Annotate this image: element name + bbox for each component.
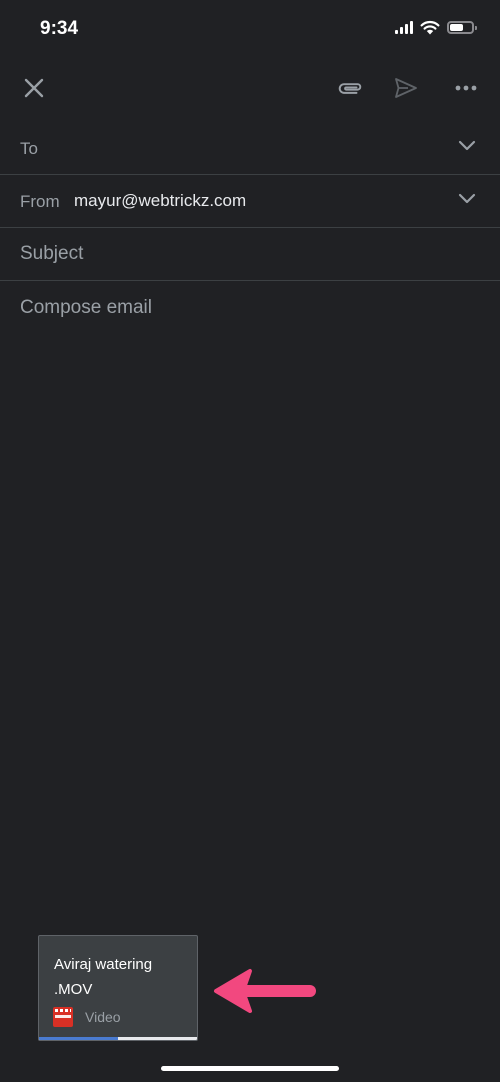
more-options-button[interactable] xyxy=(446,60,486,116)
upload-progress-bar xyxy=(39,1037,197,1040)
chevron-down-icon[interactable] xyxy=(458,192,476,204)
status-icons xyxy=(395,20,477,35)
video-clapperboard-icon xyxy=(53,1007,73,1027)
attachment-card[interactable]: Aviraj watering .MOV Video xyxy=(38,935,198,1041)
status-bar: 9:34 xyxy=(0,0,500,60)
cellular-signal-icon xyxy=(395,21,413,34)
subject-field[interactable]: Subject xyxy=(0,228,500,281)
paperclip-icon xyxy=(338,83,362,94)
from-field[interactable]: From mayur@webtrickz.com xyxy=(0,175,500,228)
status-time: 9:34 xyxy=(40,18,79,39)
to-field[interactable]: To xyxy=(0,122,500,175)
compose-toolbar xyxy=(0,60,500,116)
close-button[interactable] xyxy=(14,60,54,116)
attachment-type-row: Video xyxy=(53,1007,121,1027)
upload-progress-fill xyxy=(39,1037,118,1040)
compose-body-input[interactable]: Compose email xyxy=(20,297,152,319)
subject-input[interactable]: Subject xyxy=(20,243,83,265)
send-button[interactable] xyxy=(386,60,426,116)
more-horizontal-icon xyxy=(455,85,477,91)
to-label: To xyxy=(20,139,38,158)
wifi-icon xyxy=(420,20,440,35)
battery-icon xyxy=(447,21,477,34)
attachment-type: Video xyxy=(85,1009,121,1025)
send-icon xyxy=(395,78,417,98)
attachment-filename: Aviraj watering .MOV xyxy=(54,956,153,998)
from-address[interactable]: mayur@webtrickz.com xyxy=(74,191,246,211)
chevron-down-icon[interactable] xyxy=(458,139,476,151)
attach-button[interactable] xyxy=(330,60,370,116)
from-label: From xyxy=(20,192,60,211)
close-icon xyxy=(24,78,44,98)
home-indicator xyxy=(161,1066,339,1071)
arrow-left-icon xyxy=(214,969,316,1013)
